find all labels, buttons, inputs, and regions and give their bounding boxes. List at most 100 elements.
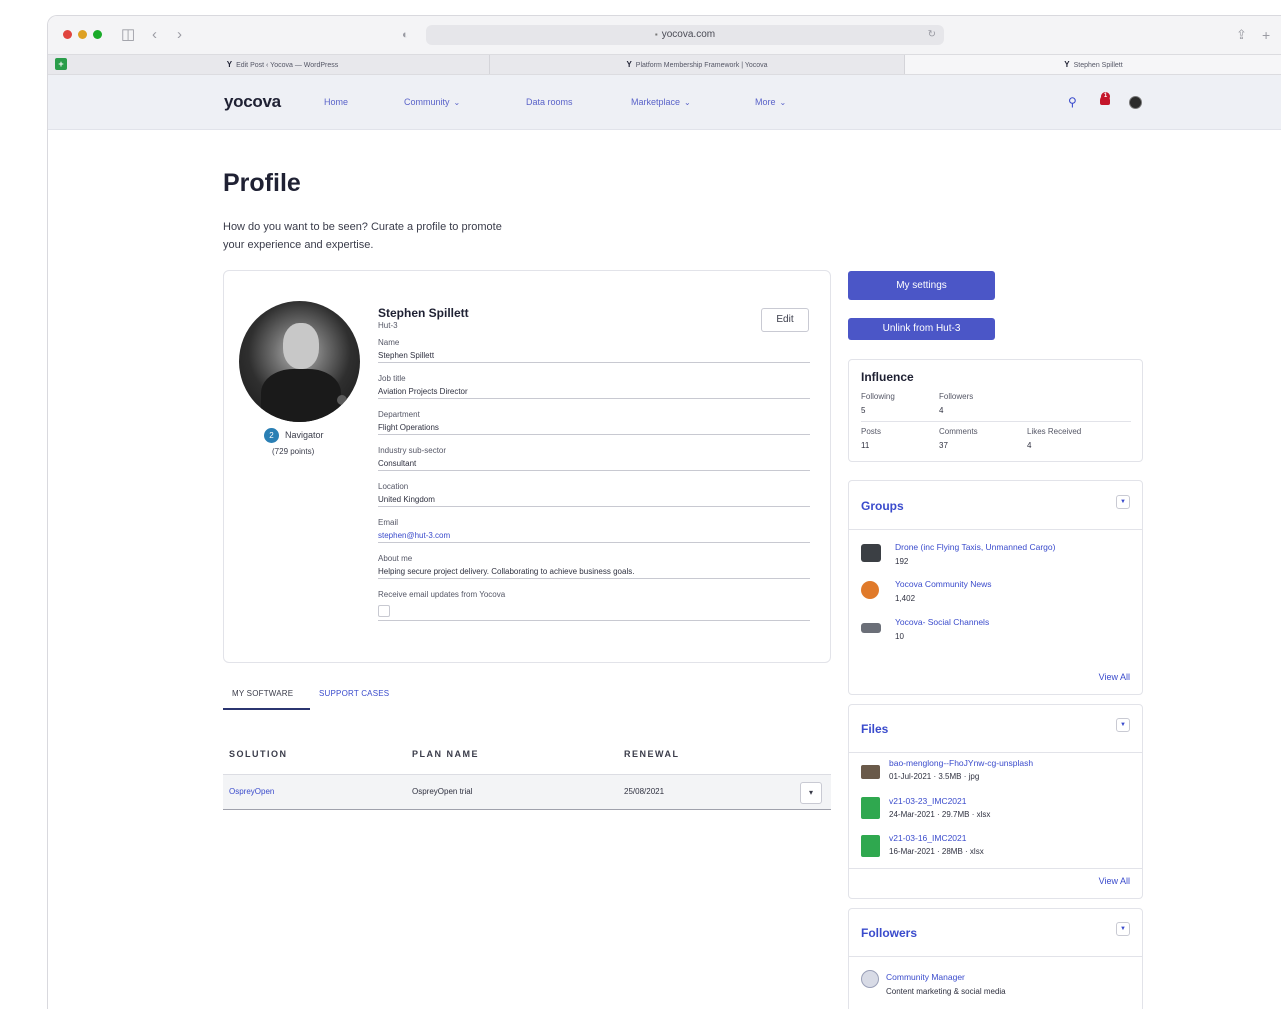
follower-avatar	[861, 970, 879, 988]
influence-panel: Influence Following 5 Followers 4 Posts …	[848, 359, 1143, 462]
tab-title: Stephen Spillett	[1073, 62, 1123, 69]
group-link[interactable]: Yocova Community News	[895, 579, 992, 589]
group-link[interactable]: Yocova- Social Channels	[895, 617, 989, 627]
search-icon[interactable]: ⚲	[1068, 95, 1077, 109]
profile-card: 2 Navigator (729 points) Stephen Spillett…	[223, 270, 831, 663]
followers-collapse-button[interactable]: ▼	[1116, 922, 1130, 936]
groups-collapse-button[interactable]: ▼	[1116, 495, 1130, 509]
groups-title: Groups	[861, 499, 904, 513]
divider	[849, 529, 1142, 530]
camera-icon[interactable]	[337, 395, 347, 405]
field-label: Receive email updates from Yocova	[378, 590, 506, 599]
tab-membership[interactable]: Y Platform Membership Framework | Yocova	[490, 55, 905, 74]
groups-view-all-link[interactable]: View All	[1099, 672, 1130, 682]
extension-icon[interactable]: +	[55, 58, 67, 70]
user-avatar[interactable]	[1129, 96, 1142, 109]
file-link[interactable]: v21-03-16_IMC2021	[889, 833, 967, 843]
tab-wordpress[interactable]: Y Edit Post ‹ Yocova — WordPress	[76, 55, 490, 74]
minimize-window-button[interactable]	[78, 30, 87, 39]
group-drone-icon	[861, 544, 881, 562]
sidebar-toggle-icon[interactable]: ◫	[121, 24, 135, 46]
plan-name: OspreyOpen trial	[412, 787, 473, 796]
nav-more[interactable]: More ⌄	[755, 97, 786, 107]
rank-points: (729 points)	[272, 447, 315, 456]
close-window-button[interactable]	[63, 30, 72, 39]
lock-icon: ▪	[654, 30, 658, 39]
follower-link[interactable]: Community Manager	[886, 972, 965, 982]
files-collapse-button[interactable]: ▼	[1116, 718, 1130, 732]
active-tab-indicator	[223, 708, 310, 710]
stat-label: Comments	[939, 427, 978, 436]
unlink-button[interactable]: Unlink from Hut-3	[848, 318, 995, 340]
browser-titlebar: ◫ ‹ › ◐ ▪ yocova.com ↻ ⇪ +	[48, 16, 1281, 54]
chevron-down-icon: ▼	[1120, 722, 1126, 728]
site-navbar: yocova Home Community ⌄ Data rooms Market…	[48, 75, 1281, 130]
field-label: Location	[378, 482, 409, 491]
divider	[849, 868, 1142, 869]
tab-profile[interactable]: Y Stephen Spillett	[905, 55, 1281, 74]
privacy-shield-icon[interactable]: ◐	[402, 24, 409, 46]
field-industry: Industry sub-sector Consultant	[378, 445, 810, 471]
file-link[interactable]: v21-03-23_IMC2021	[889, 796, 967, 806]
nav-marketplace[interactable]: Marketplace ⌄	[631, 97, 691, 107]
profile-company: Hut-3	[378, 321, 398, 330]
notification-badge: 1	[1101, 92, 1110, 101]
edit-button[interactable]: Edit	[761, 308, 809, 332]
chevron-down-icon: ▼	[1120, 926, 1126, 932]
new-tab-icon[interactable]: +	[1262, 24, 1270, 46]
file-meta: 16-Mar-2021 · 28MB · xlsx	[889, 847, 984, 856]
files-view-all-link[interactable]: View All	[1099, 876, 1130, 886]
stat-value: 11	[861, 441, 870, 450]
field-label: Industry sub-sector	[378, 446, 447, 455]
stat-label: Followers	[939, 392, 974, 401]
solution-link[interactable]: OspreyOpen	[229, 787, 274, 796]
nav-home[interactable]: Home	[324, 97, 348, 107]
maximize-window-button[interactable]	[93, 30, 102, 39]
divider	[849, 752, 1142, 753]
reload-icon[interactable]: ↻	[928, 25, 936, 45]
stat-label: Likes Received	[1027, 427, 1082, 436]
file-link[interactable]: bao-menglong--FhoJYnw-cg-unsplash	[889, 758, 1033, 768]
tab-title: Edit Post ‹ Yocova — WordPress	[236, 62, 339, 69]
forward-icon[interactable]: ›	[177, 24, 182, 46]
groups-panel: Groups ▼ Drone (inc Flying Taxis, Unmann…	[848, 480, 1143, 695]
share-icon[interactable]: ⇪	[1236, 24, 1247, 46]
chevron-down-icon: ⌄	[684, 98, 691, 107]
my-settings-button[interactable]: My settings	[848, 271, 995, 300]
back-icon[interactable]: ‹	[152, 24, 157, 46]
field-value: United Kingdom	[378, 495, 435, 504]
tab-support-cases[interactable]: SUPPORT CASES	[319, 689, 389, 698]
rank-number: 2	[264, 428, 279, 443]
stat-value: 5	[861, 406, 866, 415]
influence-title: Influence	[861, 370, 914, 384]
table-row: OspreyOpen OspreyOpen trial 25/08/2021 ▾	[223, 774, 831, 810]
field-value: Aviation Projects Director	[378, 387, 468, 396]
field-department: Department Flight Operations	[378, 409, 810, 435]
nav-community[interactable]: Community ⌄	[404, 97, 460, 107]
field-label: Department	[378, 410, 420, 419]
followers-title: Followers	[861, 926, 918, 940]
group-link[interactable]: Drone (inc Flying Taxis, Unmanned Cargo)	[895, 542, 1055, 552]
chevron-down-icon: ▾	[808, 788, 813, 797]
email-link[interactable]: stephen@hut-3.com	[378, 529, 810, 542]
group-member-count: 10	[895, 632, 904, 641]
nav-community-label: Community	[404, 97, 450, 107]
yocova-favicon-icon: Y	[626, 60, 632, 69]
field-name: Name Stephen Spillett	[378, 337, 810, 363]
file-meta: 01-Jul-2021 · 3.5MB · jpg	[889, 772, 980, 781]
field-value: Helping secure project delivery. Collabo…	[378, 567, 635, 576]
column-header-renewal: RENEWAL	[624, 749, 680, 759]
chevron-down-icon: ⌄	[453, 98, 461, 107]
tab-my-software[interactable]: MY SOFTWARE	[232, 689, 293, 698]
stat-value: 4	[1027, 441, 1032, 450]
row-actions-dropdown[interactable]: ▾	[800, 782, 822, 804]
photo-head	[283, 323, 319, 369]
browser-window: ◫ ‹ › ◐ ▪ yocova.com ↻ ⇪ + + Y Edit Post ‹…	[47, 15, 1281, 1009]
notification-bell-icon[interactable]: 1	[1100, 92, 1110, 106]
address-bar[interactable]: ▪ yocova.com ↻	[426, 25, 944, 45]
email-updates-checkbox[interactable]	[378, 605, 390, 617]
yocova-logo[interactable]: yocova	[224, 92, 281, 112]
nav-data-rooms[interactable]: Data rooms	[526, 97, 573, 107]
followers-panel: Followers ▼ Community Manager Content ma…	[848, 908, 1143, 1009]
field-about-me: About me Helping secure project delivery…	[378, 553, 810, 579]
